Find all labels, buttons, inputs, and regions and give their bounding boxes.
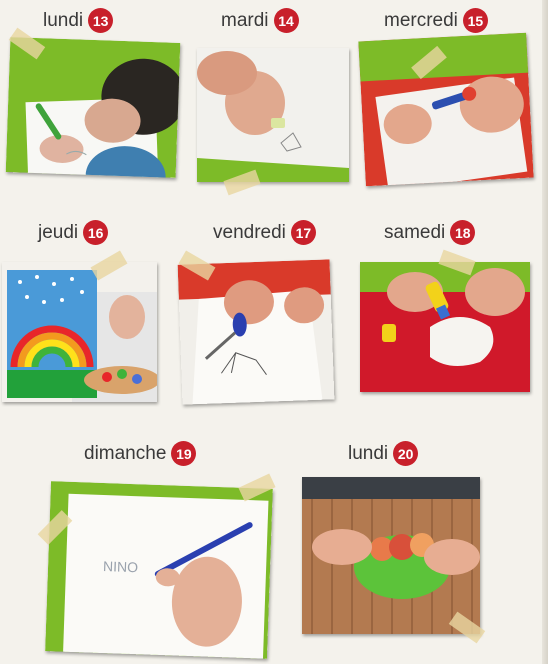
day-name: lundi <box>348 442 389 464</box>
writing-name-illustration: NINO <box>45 481 273 659</box>
day-number-badge: 20 <box>393 441 419 466</box>
page-edge <box>542 0 548 664</box>
day-name: samedi <box>384 221 446 243</box>
day-label-mercredi-15: mercredi 15 <box>384 8 488 33</box>
day-number-badge: 14 <box>273 8 299 33</box>
apple-basket-illustration <box>302 477 480 634</box>
rainbow-painting-illustration <box>2 262 157 402</box>
day-label-lundi-20: lundi 20 <box>348 441 419 466</box>
day-number-badge: 13 <box>88 8 114 33</box>
photo-samedi-18 <box>360 262 530 392</box>
day-name: dimanche <box>84 442 167 464</box>
day-name: lundi <box>43 9 84 31</box>
day-label-samedi-18: samedi 18 <box>384 220 476 245</box>
day-number-badge: 19 <box>171 441 197 466</box>
photo-lundi-13 <box>5 37 181 178</box>
day-label-dimanche-19: dimanche 19 <box>84 441 197 466</box>
scissors-cutting-illustration <box>177 259 335 405</box>
day-number-badge: 15 <box>462 8 488 33</box>
day-label-mardi-14: mardi 14 <box>221 8 299 33</box>
photo-jeudi-16 <box>2 262 157 402</box>
day-name: jeudi <box>38 221 79 243</box>
photo-dimanche-19: NINO <box>45 481 273 659</box>
day-name: mercredi <box>384 9 458 31</box>
day-name: mardi <box>221 9 269 31</box>
day-label-jeudi-16: jeudi 16 <box>38 220 109 245</box>
photo-vendredi-17 <box>177 259 335 405</box>
day-label-lundi-13: lundi 13 <box>43 8 114 33</box>
photo-lundi-20 <box>302 477 480 634</box>
photo-mardi-14 <box>197 48 349 182</box>
day-number-badge: 17 <box>290 220 316 245</box>
glue-cutout-illustration <box>360 262 530 392</box>
day-number-badge: 18 <box>450 220 476 245</box>
child-drawing-illustration <box>5 37 181 178</box>
glue-drawing-illustration <box>197 48 349 182</box>
day-number-badge: 16 <box>83 220 109 245</box>
day-name: vendredi <box>213 221 286 243</box>
written-name: NINO <box>103 558 139 575</box>
day-label-vendredi-17: vendredi 17 <box>213 220 316 245</box>
